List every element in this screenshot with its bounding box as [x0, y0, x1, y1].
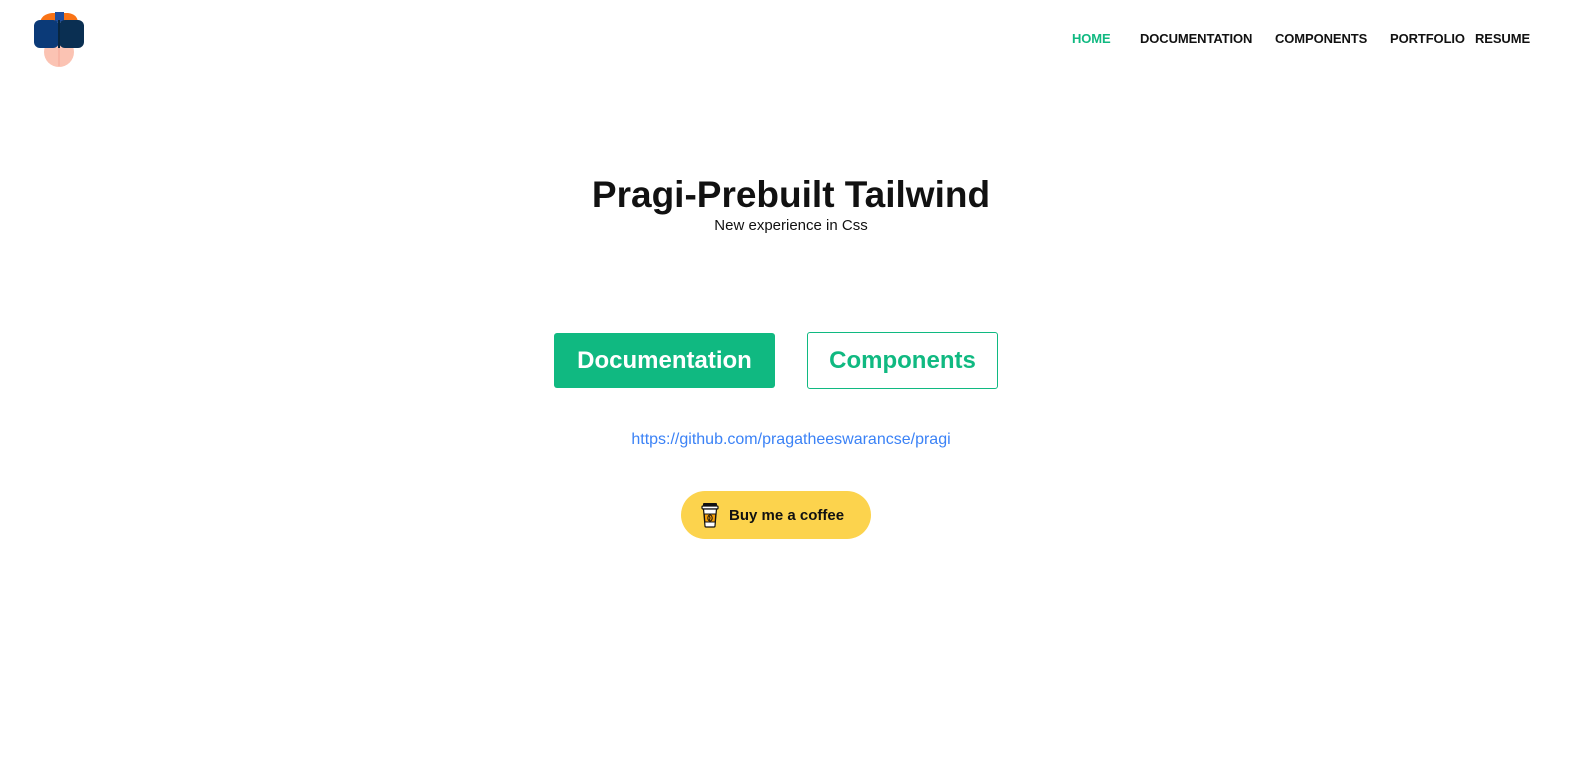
nav-item-home[interactable]: HOME: [1072, 31, 1111, 46]
avatar-logo-icon: [34, 12, 84, 67]
site-header: HOME DOCUMENTATION COMPONENTS PORTFOLIO …: [0, 0, 1582, 80]
buy-me-a-coffee-button[interactable]: Buy me a coffee: [681, 491, 871, 539]
github-repo-link[interactable]: https://github.com/pragatheeswarancse/pr…: [0, 431, 1582, 449]
documentation-button[interactable]: Documentation: [554, 333, 775, 388]
hero-title: Pragi-Prebuilt Tailwind: [591, 174, 991, 215]
nav-item-documentation[interactable]: DOCUMENTATION: [1140, 31, 1252, 46]
components-button[interactable]: Components: [807, 332, 998, 389]
nav-item-portfolio[interactable]: PORTFOLIO: [1390, 31, 1465, 46]
nav-item-components[interactable]: COMPONENTS: [1275, 31, 1367, 46]
coffee-cup-icon: [701, 503, 719, 528]
site-logo[interactable]: [32, 10, 86, 68]
hero-subtitle: New experience in Css: [714, 217, 868, 234]
buy-me-a-coffee-label: Buy me a coffee: [729, 506, 845, 524]
nav-item-resume[interactable]: RESUME: [1475, 31, 1530, 46]
